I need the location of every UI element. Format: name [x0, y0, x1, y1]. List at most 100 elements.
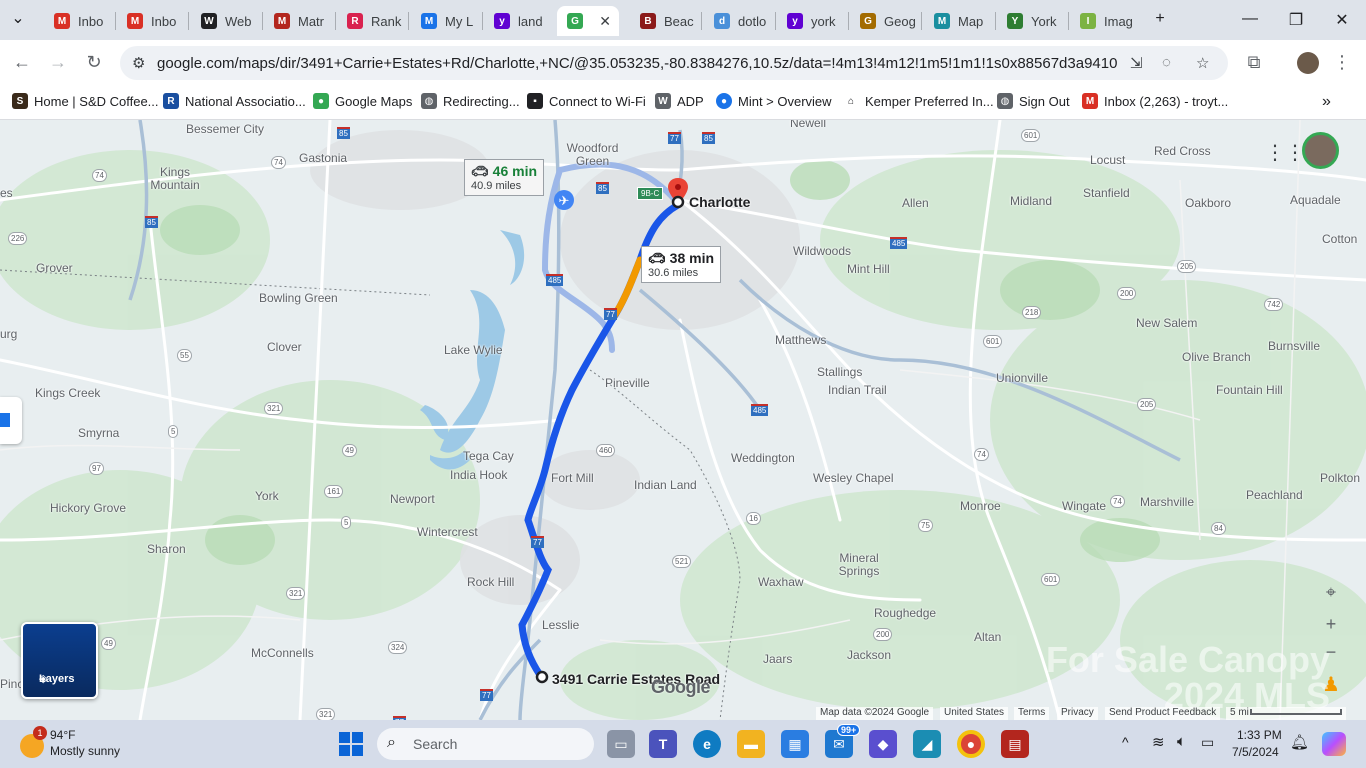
file-explorer-icon[interactable]: ▬ — [737, 730, 765, 758]
chrome-icon[interactable]: ● — [957, 730, 985, 758]
bookmark-item[interactable]: M Inbox (2,263) - troyt... — [1082, 93, 1228, 109]
map-canvas[interactable]: ✈ Bessemer City Gastonia Kings Mountain … — [0, 120, 1366, 720]
browser-tab[interactable]: R Rank — [337, 6, 405, 36]
browser-tab[interactable]: G Geog — [850, 6, 918, 36]
browser-tab[interactable]: B Beac — [630, 6, 698, 36]
address-bar[interactable]: ⚙ google.com/maps/dir/3491+Carrie+Estate… — [120, 46, 1228, 80]
browser-tab[interactable]: y land — [484, 6, 552, 36]
my-location-icon[interactable]: ⌖ — [1316, 578, 1346, 606]
browser-tab[interactable]: M Map — [924, 6, 992, 36]
bookmark-item[interactable]: ● Google Maps — [313, 93, 412, 109]
bookmark-item[interactable]: ● Mint > Overview — [716, 93, 832, 109]
url-text[interactable]: google.com/maps/dir/3491+Carrie+Estates+… — [157, 55, 1117, 72]
bookmark-item[interactable]: ◍ Sign Out — [997, 93, 1070, 109]
place-label: Pineville — [605, 376, 650, 390]
forward-icon[interactable]: → — [47, 52, 69, 73]
zoom-in-button[interactable]: + — [1316, 610, 1346, 638]
app-icon[interactable]: ◢ — [913, 730, 941, 758]
store-icon[interactable]: ▦ — [781, 730, 809, 758]
bookmark-favicon-icon: R — [163, 93, 179, 109]
reload-icon[interactable]: ↻ — [83, 52, 105, 73]
bookmark-item[interactable]: ◍ Redirecting... — [421, 93, 520, 109]
task-view-icon[interactable]: ▭ — [607, 730, 635, 758]
teams-icon[interactable]: T — [649, 730, 677, 758]
browser-tab[interactable]: Y York — [997, 6, 1065, 36]
route-shield: 324 — [388, 641, 408, 654]
terms-link[interactable]: Terms — [1014, 707, 1050, 720]
browser-tab[interactable]: y york — [777, 6, 845, 36]
place-label: Grover — [36, 261, 73, 275]
install-icon[interactable]: ⇲ — [1130, 54, 1143, 72]
taskbar-search[interactable]: ⌕ Search — [377, 728, 594, 760]
bookmark-item[interactable]: R National Associatio... — [163, 93, 306, 109]
place-label: Kings Mountain — [150, 165, 200, 192]
browser-tab[interactable]: I Imag — [1070, 6, 1138, 36]
browser-tab[interactable]: M My L — [411, 6, 479, 36]
copilot-app-icon[interactable]: ◆ — [869, 730, 897, 758]
close-window-icon[interactable]: ✕ — [1332, 10, 1352, 30]
bookmark-star-icon[interactable]: ☆ — [1196, 54, 1209, 72]
place-label: Unionville — [996, 371, 1049, 385]
maximize-icon[interactable]: ❐ — [1286, 10, 1306, 30]
place-label: Mineral Springs — [838, 551, 880, 578]
back-icon[interactable]: ← — [11, 52, 33, 73]
menu-icon[interactable]: ⋮ — [1331, 52, 1353, 73]
car-icon: 🚗︎ — [471, 163, 489, 179]
volume-icon[interactable]: 🔈︎ — [1177, 733, 1186, 750]
route-shield: 84 — [1211, 522, 1226, 535]
route-shield: 601 — [1021, 129, 1041, 142]
country-link[interactable]: United States — [940, 707, 1009, 720]
edge-icon[interactable]: e — [693, 730, 721, 758]
tab-separator — [995, 12, 996, 30]
primary-route-box[interactable]: 🚗︎ 38 min 30.6 miles — [641, 246, 722, 283]
tab-search-icon[interactable]: ⌄ — [8, 8, 28, 28]
browser-tab[interactable]: d dotlo — [704, 6, 772, 36]
bookmark-label: Connect to Wi-Fi — [549, 93, 646, 109]
new-tab-button[interactable]: + — [1150, 10, 1170, 28]
privacy-link[interactable]: Privacy — [1057, 707, 1098, 720]
wifi-page-icon: ▪ — [527, 93, 543, 109]
bookmark-item[interactable]: ⌂ Kemper Preferred In... — [843, 93, 994, 109]
clock-date[interactable]: 7/5/2024 — [1232, 745, 1279, 759]
app-icon[interactable]: ▤ — [1001, 730, 1029, 758]
route-shield: 74 — [1110, 495, 1125, 508]
close-tab-icon[interactable]: ✕ — [599, 13, 611, 30]
alternate-route-box[interactable]: 🚗︎ 46 min 40.9 miles — [464, 159, 545, 196]
bookmark-label: Redirecting... — [443, 93, 520, 109]
site-info-icon[interactable]: ⚙ — [132, 54, 145, 72]
destination-label[interactable]: Charlotte — [689, 194, 750, 210]
place-label: Peachland — [1246, 488, 1303, 502]
account-avatar[interactable] — [1302, 132, 1339, 169]
wifi-icon[interactable]: ≋ — [1152, 733, 1165, 751]
battery-icon[interactable]: ▭ — [1201, 734, 1214, 751]
extensions-icon[interactable]: ⧉ — [1243, 52, 1265, 73]
minimize-icon[interactable]: — — [1240, 10, 1260, 28]
more-bookmarks-icon[interactable]: » — [1322, 93, 1331, 111]
start-button[interactable] — [338, 731, 364, 757]
alternate-route-time: 46 min — [492, 163, 538, 179]
notifications-icon[interactable]: 🔔︎ — [1290, 733, 1309, 751]
show-hidden-icons[interactable]: ^ — [1122, 734, 1129, 750]
expand-panel-button[interactable] — [0, 397, 22, 444]
bookmark-item[interactable]: W ADP — [655, 93, 704, 109]
mail-icon[interactable]: ✉ 99+ — [825, 724, 861, 758]
clock-time[interactable]: 1:33 PM — [1237, 728, 1282, 742]
bookmark-item[interactable]: ▪ Connect to Wi-Fi — [527, 93, 646, 109]
browser-tab[interactable]: M Inbo — [44, 6, 112, 36]
profile-avatar[interactable] — [1297, 52, 1319, 74]
route-shield: 460 — [596, 444, 616, 457]
copilot-icon[interactable] — [1322, 732, 1346, 756]
route-shield: 521 — [672, 555, 692, 568]
map-base: ✈ — [0, 120, 1366, 720]
tab-favicon-icon: M — [421, 13, 437, 29]
tab-active-google-maps[interactable]: G ✕ — [557, 6, 619, 36]
tracking-icon[interactable]: ◌ — [1162, 54, 1171, 71]
feedback-link[interactable]: Send Product Feedback — [1105, 707, 1221, 720]
place-label: Rock Hill — [467, 575, 515, 589]
browser-tab[interactable]: W Web — [191, 6, 259, 36]
bookmark-item[interactable]: S Home | S&D Coffee... — [12, 93, 159, 109]
weather-widget[interactable]: 1 94°F Mostly sunny — [18, 726, 138, 762]
browser-tab[interactable]: M Matr — [264, 6, 332, 36]
layers-button[interactable]: ◈ Layers — [21, 622, 98, 699]
browser-tab[interactable]: M Inbo — [117, 6, 185, 36]
